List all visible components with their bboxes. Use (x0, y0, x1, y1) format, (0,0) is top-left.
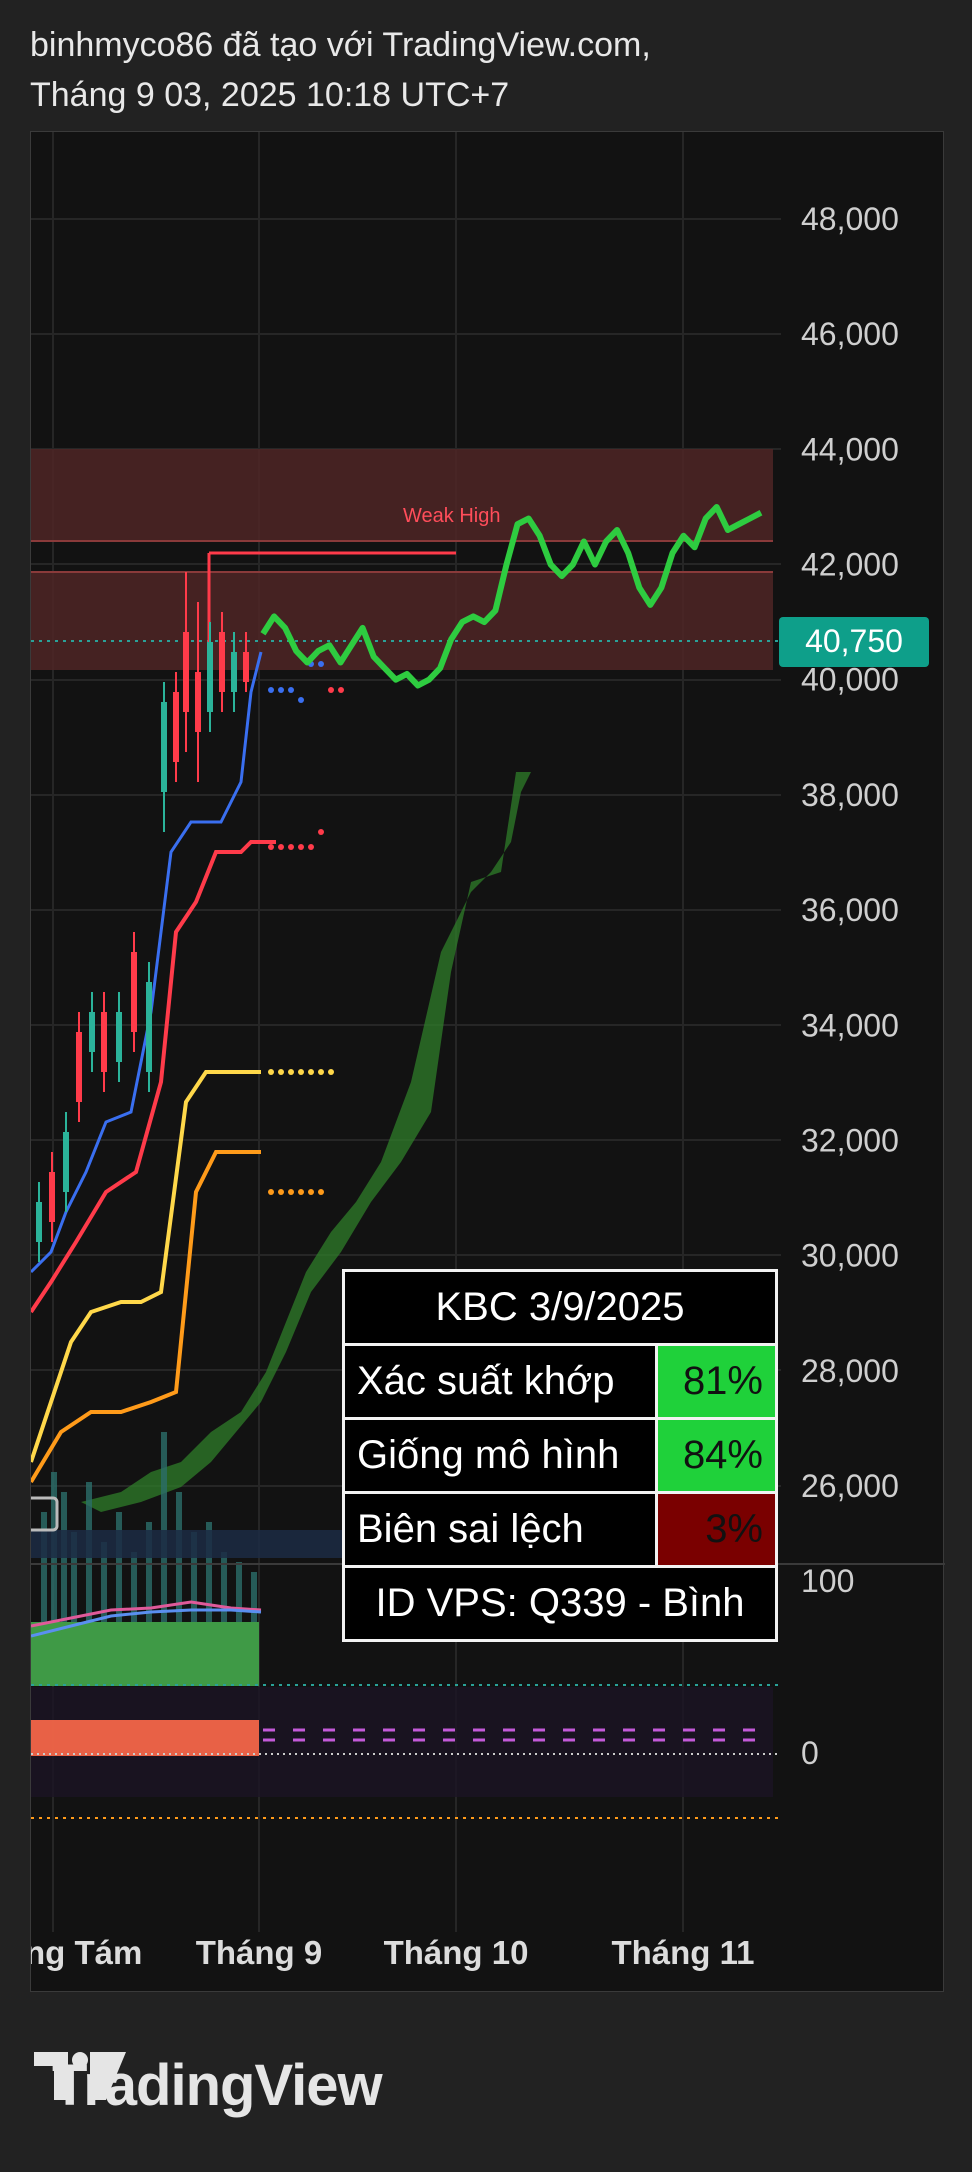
x-tick-thang-10: Tháng 10 (384, 1934, 529, 1971)
stats-value: 81% (655, 1343, 778, 1420)
tradingview-logo[interactable]: TradingView (34, 2050, 383, 2120)
x-tick-thang-tam: ng Tám (31, 1934, 142, 1971)
stats-table-footer: ID VPS: Q339 - Bình (342, 1565, 778, 1642)
y-tick-label: 38,000 (801, 777, 899, 813)
header-timestamp-line: Tháng 9 03, 2025 10:18 UTC+7 (30, 76, 510, 114)
y-tick-label: 28,000 (801, 1353, 899, 1389)
oscillator-tick-100: 100 (801, 1563, 854, 1599)
stats-label: Xác suất khớp (342, 1343, 658, 1420)
y-tick-label: 40,000 (801, 662, 899, 698)
y-tick-label: 42,000 (801, 547, 899, 583)
y-tick-label: 30,000 (801, 1238, 899, 1274)
oscillator-green-band (31, 1622, 259, 1686)
red-line (31, 840, 276, 1314)
chart-panel[interactable]: Weak High 40,750 48,000 46,000 44,000 42… (30, 131, 945, 1993)
stats-value: 3% (655, 1491, 778, 1568)
stats-value: 84% (655, 1417, 778, 1494)
x-tick-thang-11: Tháng 11 (611, 1934, 754, 1971)
y-tick-label: 48,000 (801, 201, 899, 237)
price-chart[interactable]: Weak High 40,750 48,00046,00044,00042,00… (31, 132, 945, 1993)
stats-row-pattern-similarity: Giống mô hình 84% (342, 1417, 778, 1494)
stats-table-title: KBC 3/9/2025 (342, 1269, 778, 1346)
y-tick-label: 44,000 (801, 431, 899, 467)
y-tick-label: 32,000 (801, 1122, 899, 1158)
current-price-label: 40,750 (805, 623, 903, 659)
tradingview-logo-icon (34, 2052, 126, 2100)
y-tick-label: 46,000 (801, 316, 899, 352)
y-tick-label: 36,000 (801, 892, 899, 928)
stats-label: Giống mô hình (342, 1417, 658, 1494)
stats-label: Biên sai lệch (342, 1491, 658, 1568)
stats-row-match-probability: Xác suất khớp 81% (342, 1343, 778, 1420)
resistance-zone-upper (31, 449, 773, 541)
header-author-line: binhmyco86 đã tạo với TradingView.com, (30, 26, 651, 64)
oscillator-tick-0: 0 (801, 1735, 819, 1771)
y-tick-label: 26,000 (801, 1468, 899, 1504)
weak-high-label: Weak High (403, 505, 500, 527)
x-tick-thang-9: Tháng 9 (196, 1934, 323, 1971)
stats-table: KBC 3/9/2025 Xác suất khớp 81% Giống mô … (342, 1269, 778, 1642)
oscillator-bars (31, 1720, 259, 1756)
y-tick-label: 34,000 (801, 1007, 899, 1043)
stats-row-deviation: Biên sai lệch 3% (342, 1491, 778, 1568)
